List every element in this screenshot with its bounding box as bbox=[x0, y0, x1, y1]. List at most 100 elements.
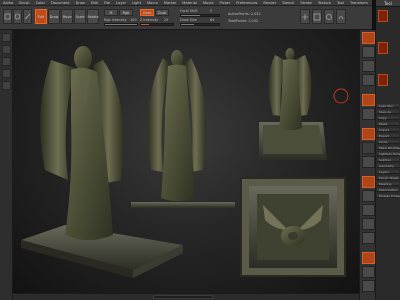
menu-item[interactable]: Stencil bbox=[282, 1, 294, 5]
frame-right-button[interactable] bbox=[362, 190, 375, 202]
menu-item[interactable]: Material bbox=[182, 1, 197, 5]
actual-button[interactable] bbox=[362, 94, 375, 106]
tool-panel-row[interactable]: Make PolyMesh3D bbox=[377, 146, 400, 150]
alpha-slot-icon[interactable] bbox=[2, 57, 11, 66]
bottom-scroll-handle[interactable] bbox=[153, 295, 213, 299]
menu-item[interactable]: Transform bbox=[350, 1, 368, 5]
bpr-button[interactable] bbox=[362, 32, 375, 44]
menu-item[interactable]: Alpha bbox=[3, 1, 13, 5]
menu-item[interactable]: Light bbox=[132, 1, 141, 5]
tool-panel-row[interactable]: Geometry bbox=[377, 164, 399, 168]
persp-button[interactable] bbox=[362, 128, 375, 140]
polyf-button[interactable] bbox=[362, 252, 375, 264]
tool-panel-row[interactable]: Display Properties bbox=[377, 194, 400, 198]
tool-thumbnail-2[interactable] bbox=[378, 42, 388, 54]
stroke-slot-icon[interactable] bbox=[2, 45, 11, 54]
menu-item[interactable]: Picker bbox=[220, 1, 231, 5]
frame-button[interactable] bbox=[312, 9, 322, 24]
transp-right-button[interactable] bbox=[362, 266, 375, 278]
z-intensity-slider[interactable] bbox=[140, 23, 174, 26]
scroll-button[interactable] bbox=[362, 60, 375, 72]
projection-master-button[interactable] bbox=[3, 9, 12, 24]
tool-panel-row[interactable]: Export bbox=[377, 134, 399, 138]
canvas-viewport[interactable] bbox=[13, 30, 359, 293]
tool-panel-row[interactable]: Copy bbox=[377, 116, 399, 120]
menu-item[interactable]: Render bbox=[263, 1, 276, 5]
m-label: M bbox=[109, 10, 113, 15]
draw-size-slider[interactable] bbox=[180, 23, 220, 26]
solo-button[interactable] bbox=[362, 280, 375, 292]
tool-thumbnail[interactable] bbox=[378, 10, 388, 22]
rgb-button[interactable]: Rgb bbox=[119, 9, 133, 16]
tool-panel-row[interactable]: Load Tool bbox=[377, 104, 399, 108]
zadd-button[interactable]: Zadd bbox=[140, 9, 154, 16]
menu-item[interactable]: Layer bbox=[116, 1, 126, 5]
tool-panel-row[interactable]: Clone bbox=[377, 140, 399, 144]
angel-statue-small[interactable] bbox=[259, 48, 327, 160]
tool-panel-row[interactable]: SubTool bbox=[377, 158, 399, 162]
mrgb-button[interactable]: M bbox=[104, 9, 118, 16]
spix-button[interactable] bbox=[362, 46, 375, 58]
menu-item[interactable]: Edit bbox=[91, 1, 98, 5]
scale-right-button[interactable] bbox=[362, 218, 375, 230]
angel-statue-top-view[interactable] bbox=[240, 177, 346, 277]
tool-panel-row[interactable]: Import bbox=[377, 128, 399, 132]
ghost-button[interactable] bbox=[336, 9, 346, 24]
zsub-label: Zsub bbox=[157, 10, 167, 15]
rotate-button[interactable]: Rotate bbox=[87, 9, 99, 24]
viewport-scene bbox=[21, 46, 349, 278]
lightbox-button[interactable] bbox=[13, 9, 22, 24]
material-slot-icon[interactable] bbox=[2, 81, 11, 90]
menu-item[interactable]: Tool bbox=[337, 1, 344, 5]
edit-button[interactable]: Edit bbox=[35, 9, 47, 24]
move-right-button[interactable] bbox=[362, 204, 375, 216]
tool-panel-row[interactable]: Paste bbox=[377, 122, 399, 126]
draw-button[interactable]: Draw bbox=[48, 9, 60, 24]
draw-size-fill bbox=[181, 24, 195, 25]
tool-panel-row-label: Save As bbox=[379, 110, 391, 114]
tool-thumbnail-3[interactable] bbox=[378, 74, 388, 86]
tool-panel-row[interactable]: Deformation bbox=[377, 188, 399, 192]
menu-item[interactable]: Stroke bbox=[300, 1, 311, 5]
scale-label: Scale bbox=[75, 14, 85, 19]
xyz-button[interactable] bbox=[362, 176, 375, 188]
menu-item[interactable]: Brush bbox=[19, 1, 29, 5]
quick-sketch-button[interactable] bbox=[23, 9, 32, 24]
move-button[interactable]: Move bbox=[61, 9, 73, 24]
rotate-right-button[interactable] bbox=[362, 232, 375, 244]
focal-shift-slider[interactable] bbox=[180, 14, 220, 17]
menu-item[interactable]: Preferences bbox=[236, 1, 257, 5]
tool-panel-row[interactable]: Layers bbox=[377, 170, 399, 174]
menu-item[interactable]: File bbox=[104, 1, 110, 5]
zsub-button[interactable]: Zsub bbox=[155, 9, 169, 16]
focal-shift-fill bbox=[181, 15, 200, 16]
menu-item[interactable]: Color bbox=[36, 1, 45, 5]
tool-panel-row-label: Clone bbox=[379, 140, 388, 144]
menu-item[interactable]: Document bbox=[51, 1, 70, 5]
menu-item[interactable]: Movie bbox=[203, 1, 214, 5]
tool-panel-row[interactable]: Lightbox Tools bbox=[377, 152, 400, 156]
local-button[interactable] bbox=[362, 156, 375, 168]
floor-button[interactable] bbox=[362, 142, 375, 154]
menu-item[interactable]: Draw bbox=[76, 1, 85, 5]
menu-item[interactable]: Texture bbox=[318, 1, 331, 5]
tool-panel-row[interactable]: Morph Target bbox=[377, 176, 399, 180]
top-toolbar: Edit Draw Move Scale Rotate M Rgb Zadd Z… bbox=[0, 6, 372, 30]
rgb-intensity-slider[interactable] bbox=[104, 23, 138, 26]
texture-slot-icon[interactable] bbox=[2, 69, 11, 78]
tool-panel-row-label: Layers bbox=[379, 170, 389, 174]
z-intensity-label: Z Intensity bbox=[140, 18, 159, 22]
aahalf-button[interactable] bbox=[362, 108, 375, 120]
zoom-button[interactable] bbox=[362, 74, 375, 86]
transp-button[interactable] bbox=[324, 9, 334, 24]
local-symmetry-button[interactable] bbox=[300, 9, 310, 24]
tool-panel-row-label: Deformation bbox=[379, 188, 398, 192]
tool-panel-header[interactable]: Tool bbox=[376, 0, 400, 7]
scale-button[interactable]: Scale bbox=[74, 9, 86, 24]
menu-item[interactable]: Macro bbox=[147, 1, 158, 5]
brush-slot-icon[interactable] bbox=[2, 33, 11, 42]
tool-panel-row[interactable]: Masking bbox=[377, 182, 399, 186]
angel-statue-front[interactable] bbox=[131, 50, 235, 208]
tool-panel-row[interactable]: Save As bbox=[377, 110, 399, 114]
menu-item[interactable]: Marker bbox=[164, 1, 176, 5]
